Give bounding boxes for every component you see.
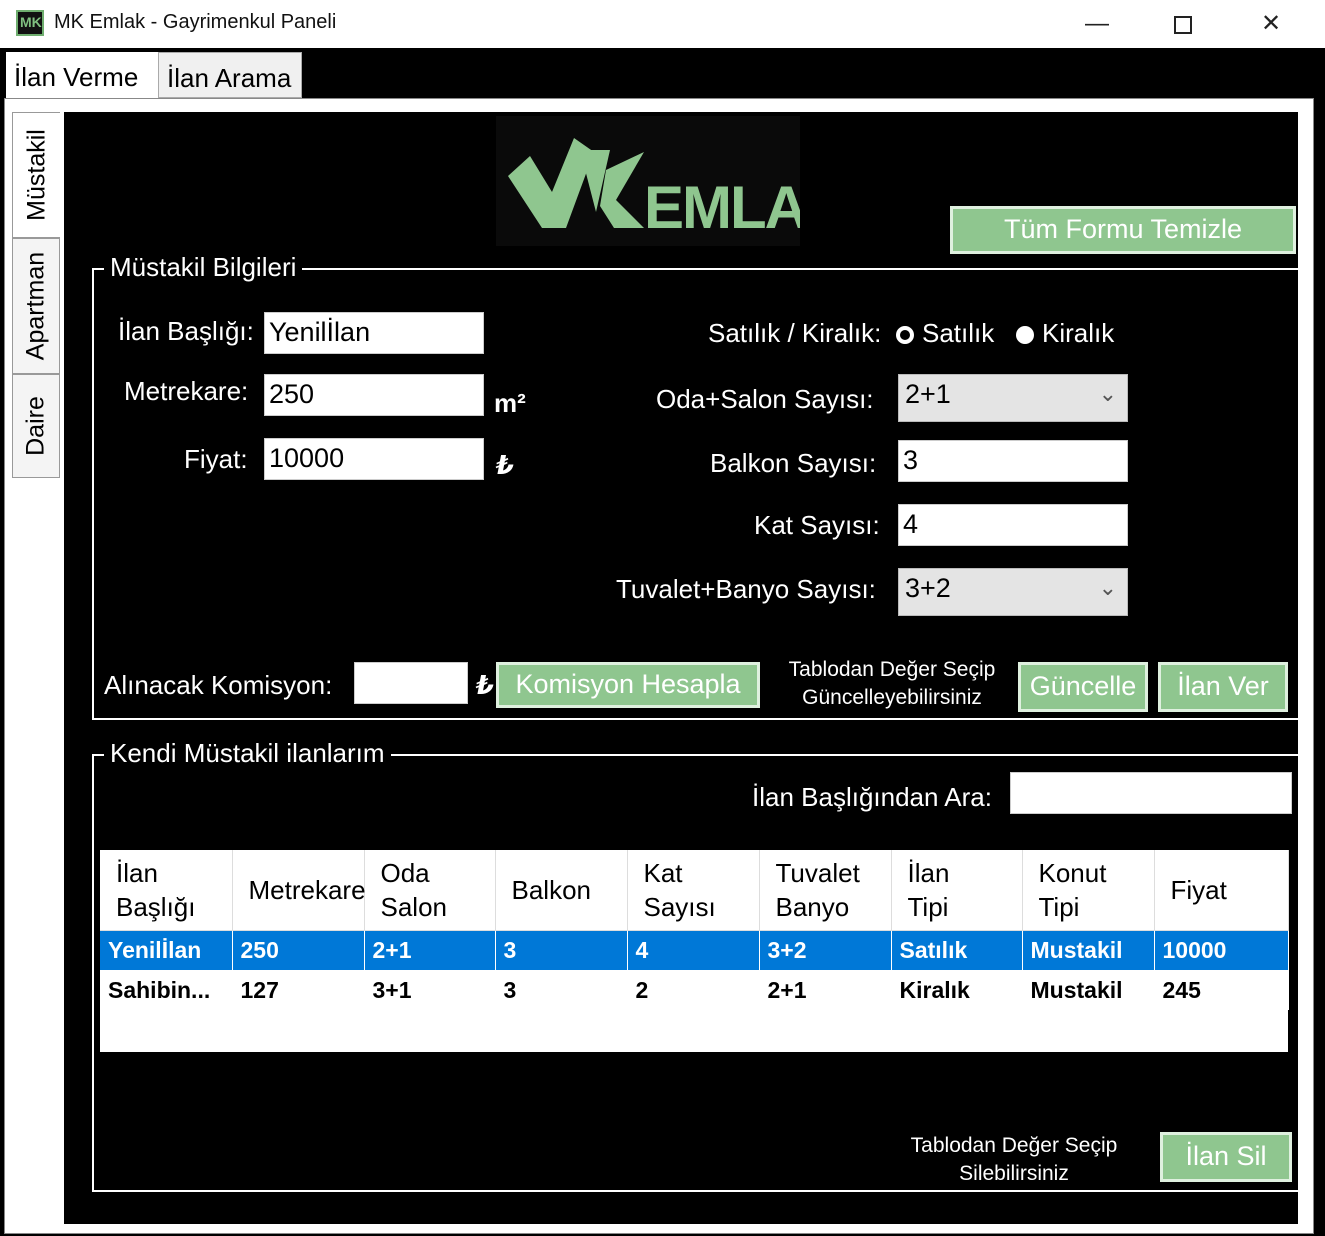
table-cell[interactable]: Satılık bbox=[891, 930, 1023, 970]
table-cell[interactable]: Yenilİlan bbox=[100, 930, 233, 970]
ilan-sil-button[interactable]: İlan Sil bbox=[1160, 1132, 1292, 1182]
metrekare-input[interactable]: 250 bbox=[264, 374, 484, 416]
side-tab-label: Müstakil bbox=[22, 129, 50, 221]
table-cell[interactable]: Mustakil bbox=[1022, 970, 1155, 1010]
chevron-down-icon: ⌄ bbox=[1098, 575, 1117, 600]
side-tab-label: Apartman bbox=[21, 251, 50, 361]
close-button[interactable]: ✕ bbox=[1248, 4, 1294, 44]
logo: EMLAK bbox=[496, 116, 851, 246]
main-panel: EMLAK Tüm Formu Temizle Müstakil Bilgile… bbox=[64, 112, 1298, 1224]
search-input[interactable] bbox=[1010, 772, 1292, 814]
logo-text: EMLAK bbox=[644, 174, 800, 241]
side-tab-mustakil[interactable]: Müstakil bbox=[12, 112, 60, 238]
column-header[interactable]: Konut Tipi bbox=[1022, 850, 1155, 931]
radio-kiralik[interactable]: Kiralık bbox=[1016, 318, 1114, 349]
table-cell[interactable]: 3 bbox=[495, 970, 628, 1010]
column-header[interactable]: Oda Salon bbox=[364, 850, 496, 931]
tab-ilan-arama[interactable]: İlan Arama bbox=[158, 52, 302, 98]
fiyat-label: Fiyat: bbox=[184, 444, 248, 474]
fiyat-currency: ₺ bbox=[496, 450, 515, 480]
fiyat-input[interactable]: 10000 bbox=[264, 438, 484, 480]
side-tab-label: Daire bbox=[21, 396, 50, 456]
window-title: MK Emlak - Gayrimenkul Paneli bbox=[54, 11, 337, 33]
table-cell[interactable]: 3+2 bbox=[759, 930, 892, 970]
satilik-kiralik-label: Satılık / Kiralık: bbox=[708, 318, 882, 348]
komisyon-input[interactable] bbox=[354, 662, 468, 704]
side-tab-daire[interactable]: Daire bbox=[12, 374, 60, 478]
side-tab-apartman[interactable]: Apartman bbox=[12, 238, 60, 374]
table-cell[interactable]: Kiralık bbox=[891, 970, 1023, 1010]
ilan-basligi-label: İlan Başlığı: bbox=[118, 316, 254, 346]
ilan-ver-button[interactable]: İlan Ver bbox=[1158, 662, 1288, 712]
oda-salon-dropdown[interactable]: 2+1 ⌄ bbox=[898, 374, 1128, 422]
info-group-title: Müstakil Bilgileri bbox=[104, 252, 303, 283]
my-listings-title: Kendi Müstakil ilanlarım bbox=[104, 738, 391, 769]
column-header[interactable]: Tuvalet Banyo bbox=[759, 850, 892, 931]
column-header[interactable]: Balkon bbox=[495, 850, 628, 931]
komisyon-label: Alınacak Komisyon: bbox=[104, 670, 333, 700]
radio-satilik[interactable]: Satılık bbox=[896, 318, 994, 349]
table-row[interactable]: Sahibin... 127 3+1 3 2 2+1 Kiralık Musta… bbox=[100, 970, 1289, 1010]
table-header-row: İlan Başlığı Metrekare Oda Salon Balkon Ka… bbox=[100, 850, 1289, 931]
table-cell[interactable]: 127 bbox=[232, 970, 365, 1010]
radio-icon bbox=[896, 326, 914, 345]
guncelle-button[interactable]: Güncelle bbox=[1018, 662, 1148, 712]
radio-icon bbox=[1016, 326, 1034, 345]
column-header[interactable]: İlan Tipi bbox=[891, 850, 1023, 931]
tab-ilan-verme[interactable]: İlan Verme bbox=[6, 52, 158, 102]
tuvalet-banyo-label: Tuvalet+Banyo Sayısı: bbox=[616, 574, 876, 604]
table-cell[interactable]: Mustakil bbox=[1022, 930, 1155, 970]
ilan-basligi-input[interactable]: Yenilİlan bbox=[264, 312, 484, 354]
table-cell[interactable]: 2+1 bbox=[759, 970, 892, 1010]
tuvalet-banyo-dropdown[interactable]: 3+2 ⌄ bbox=[898, 568, 1128, 616]
table-cell[interactable]: 10000 bbox=[1154, 930, 1289, 970]
table-cell[interactable]: 245 bbox=[1154, 970, 1289, 1010]
chevron-down-icon: ⌄ bbox=[1098, 381, 1117, 406]
delete-note: Tablodan Değer Seçip Silebilirsiniz bbox=[910, 1134, 1118, 1185]
table-cell[interactable]: 2 bbox=[627, 970, 760, 1010]
table-cell[interactable]: 2+1 bbox=[364, 930, 496, 970]
table-cell[interactable]: 250 bbox=[232, 930, 365, 970]
balkon-label: Balkon Sayısı: bbox=[710, 448, 877, 478]
title-bar: MK MK Emlak - Gayrimenkul Paneli — ✕ bbox=[0, 0, 1325, 48]
column-header[interactable]: Metrekare bbox=[232, 850, 366, 931]
table-row[interactable]: Yenilİlan 250 2+1 3 4 3+2 Satılık Mustak… bbox=[100, 930, 1289, 970]
komisyon-hesapla-button[interactable]: Komisyon Hesapla bbox=[496, 662, 760, 708]
update-note: Tablodan Değer Seçip Güncelleyebilirsini… bbox=[788, 658, 996, 709]
metrekare-unit: m² bbox=[494, 388, 526, 418]
kat-input[interactable]: 4 bbox=[898, 504, 1128, 546]
komisyon-currency: ₺ bbox=[476, 670, 495, 700]
maximize-icon bbox=[1174, 15, 1192, 34]
column-header[interactable]: Kat Sayısı bbox=[627, 850, 760, 931]
table-cell[interactable]: Sahibin... bbox=[100, 970, 233, 1010]
app-icon: MK bbox=[16, 10, 44, 36]
metrekare-label: Metrekare: bbox=[124, 376, 249, 406]
kat-label: Kat Sayısı: bbox=[754, 510, 880, 540]
column-header[interactable]: İlan Başlığı bbox=[100, 850, 233, 931]
listings-table[interactable]: İlan Başlığı Metrekare Oda Salon Balkon Ka… bbox=[100, 850, 1289, 1052]
logo-graphic: EMLAK bbox=[508, 138, 851, 241]
balkon-input[interactable]: 3 bbox=[898, 440, 1128, 482]
minimize-button[interactable]: — bbox=[1074, 4, 1120, 44]
table-cell[interactable]: 3 bbox=[495, 930, 628, 970]
table-cell[interactable]: 4 bbox=[627, 930, 760, 970]
column-header[interactable]: Fiyat bbox=[1154, 850, 1289, 931]
search-label: İlan Başlığından Ara: bbox=[752, 782, 992, 812]
clear-form-button[interactable]: Tüm Formu Temizle bbox=[950, 206, 1296, 254]
maximize-button[interactable] bbox=[1160, 4, 1206, 44]
oda-salon-label: Oda+Salon Sayısı: bbox=[656, 384, 874, 414]
table-cell[interactable]: 3+1 bbox=[364, 970, 496, 1010]
